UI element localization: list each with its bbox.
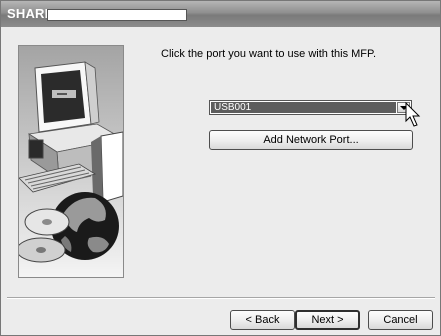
next-button[interactable]: Next > xyxy=(295,310,360,330)
port-select[interactable]: USB001 xyxy=(209,100,412,115)
tower-icon xyxy=(91,131,123,203)
cancel-button[interactable]: Cancel xyxy=(368,310,433,330)
installer-illustration xyxy=(18,45,124,278)
add-network-port-button[interactable]: Add Network Port... xyxy=(209,130,413,150)
installer-dialog: SHARP Click the port you want to use wit… xyxy=(0,0,441,336)
monitor-icon xyxy=(34,61,100,133)
title-bar[interactable]: SHARP xyxy=(1,1,440,27)
mouse-cursor-icon xyxy=(405,102,421,127)
footer-divider-highlight xyxy=(7,298,435,299)
computer-globe-illustration xyxy=(19,61,123,263)
instruction-text: Click the port you want to use with this… xyxy=(161,48,376,60)
port-selected-value[interactable]: USB001 xyxy=(211,102,396,113)
back-button[interactable]: < Back xyxy=(230,310,295,330)
title-progress-box xyxy=(47,9,187,21)
